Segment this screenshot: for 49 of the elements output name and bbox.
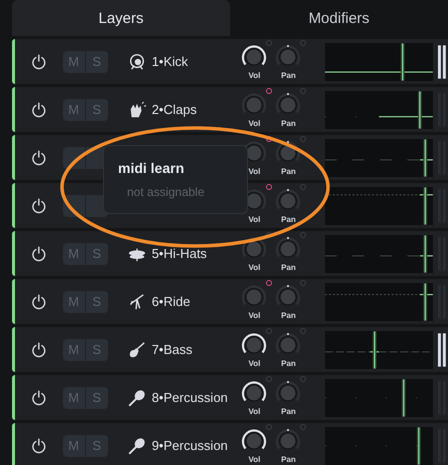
power-icon[interactable] xyxy=(31,198,47,214)
knob-label: Vol xyxy=(248,263,260,272)
layer-name: 7•Bass xyxy=(152,342,192,357)
status-dot xyxy=(300,136,306,142)
power-icon[interactable] xyxy=(31,150,47,166)
tooltip-title: midi learn xyxy=(118,160,186,176)
layer-name: 9•Percussion xyxy=(152,438,228,453)
power-icon[interactable] xyxy=(31,54,47,70)
status-dot xyxy=(300,184,306,190)
maraca-icon xyxy=(128,388,146,406)
knob-label: Pan xyxy=(281,71,296,80)
status-dot xyxy=(300,232,306,238)
status-dot xyxy=(300,40,306,46)
knob-label: Pan xyxy=(281,119,296,128)
status-dot xyxy=(300,328,306,334)
knob-label: Vol xyxy=(248,407,260,416)
status-dot xyxy=(300,424,306,430)
knob-label: Vol xyxy=(248,119,260,128)
layer-name: 8•Percussion xyxy=(152,390,228,405)
power-icon[interactable] xyxy=(31,246,47,262)
knob-label: Vol xyxy=(248,71,260,80)
knob-label: Pan xyxy=(281,215,296,224)
knob-label: Pan xyxy=(281,407,296,416)
knob-label: Pan xyxy=(281,359,296,368)
knob-label: Vol xyxy=(248,167,260,176)
knob-label: Pan xyxy=(281,311,296,320)
power-icon[interactable] xyxy=(31,294,47,310)
power-icon[interactable] xyxy=(31,438,47,454)
status-dot xyxy=(300,88,306,94)
power-icon[interactable] xyxy=(31,390,47,406)
tooltip-message: not assignable xyxy=(127,185,206,199)
layer-name: 6•Ride xyxy=(152,294,190,309)
layer-name: 1•Kick xyxy=(152,54,188,69)
knob-label: Vol xyxy=(248,311,260,320)
knob-label: Vol xyxy=(248,359,260,368)
power-icon[interactable] xyxy=(31,342,47,358)
tab[interactable]: Layers xyxy=(12,0,230,36)
knob-label: Vol xyxy=(248,455,260,464)
layer-name: 5•Hi-Hats xyxy=(152,246,207,261)
knob-label: Pan xyxy=(281,455,296,464)
maraca-icon xyxy=(128,436,146,454)
knob-label: Vol xyxy=(248,215,260,224)
power-icon[interactable] xyxy=(31,102,47,118)
status-dot xyxy=(300,280,306,286)
status-dot xyxy=(300,376,306,382)
drum-icon xyxy=(128,52,146,70)
layer-name: 2•Claps xyxy=(152,102,197,117)
knob-label: Pan xyxy=(281,263,296,272)
knob-label: Pan xyxy=(281,167,296,176)
